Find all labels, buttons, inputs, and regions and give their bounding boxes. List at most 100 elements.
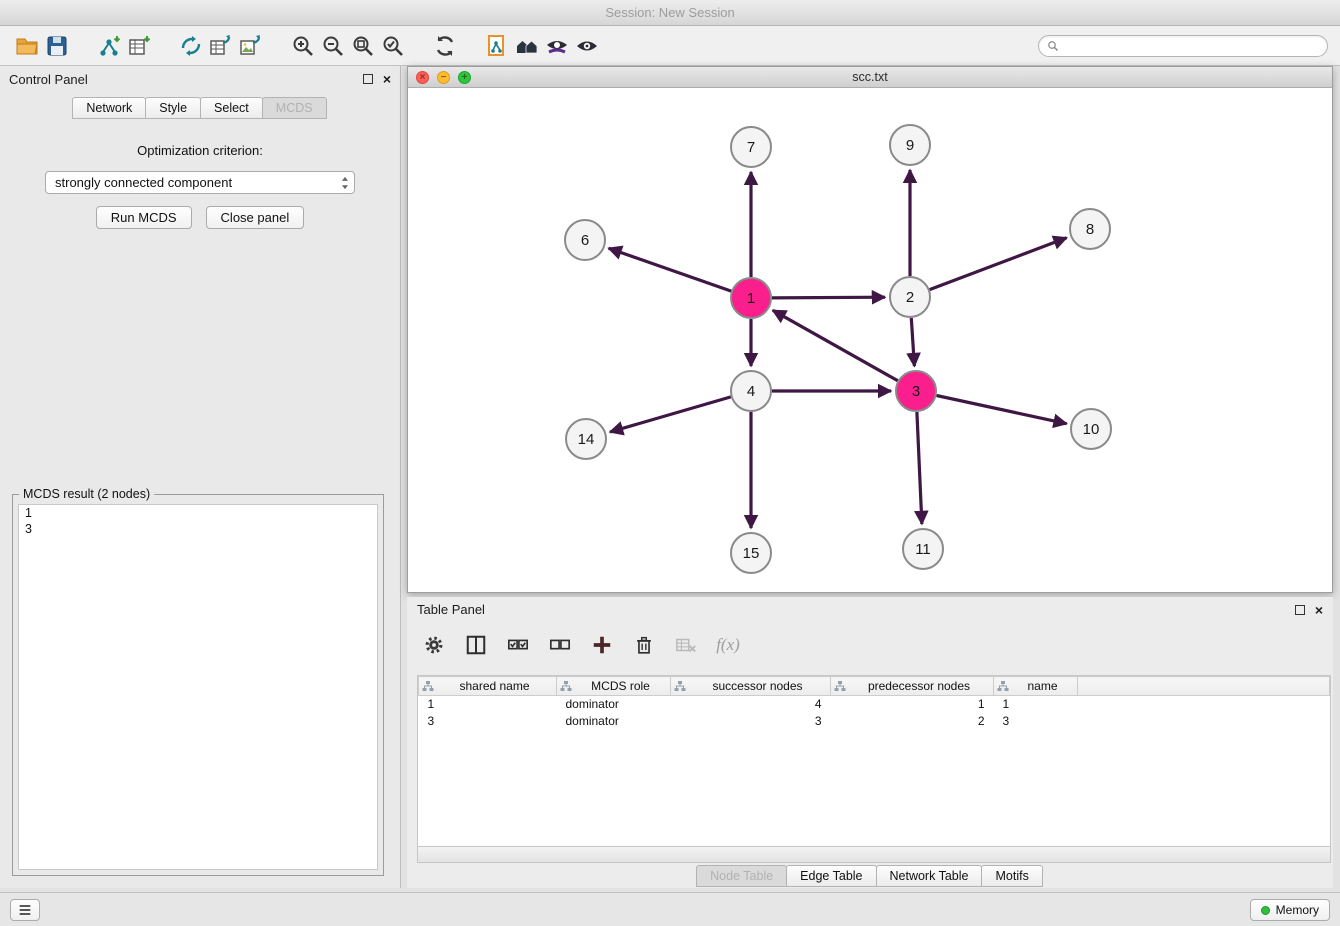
- table-cell[interactable]: dominator: [557, 713, 671, 730]
- save-icon: [45, 34, 69, 58]
- edge-2-8[interactable]: [930, 238, 1067, 290]
- home-button[interactable]: [512, 31, 542, 61]
- column-header-name[interactable]: name: [994, 677, 1078, 696]
- criterion-select[interactable]: strongly connected component: [45, 171, 355, 194]
- table-row[interactable]: 3dominator323: [419, 713, 1330, 730]
- table-cell[interactable]: 3: [671, 713, 831, 730]
- node-15[interactable]: 15: [731, 533, 771, 573]
- select-all-button[interactable]: [505, 632, 531, 658]
- search-input[interactable]: [1064, 39, 1319, 53]
- zoom-in-button[interactable]: [288, 31, 318, 61]
- table-settings-button[interactable]: [421, 632, 447, 658]
- edge-1-6[interactable]: [609, 248, 732, 291]
- node-2[interactable]: 2: [890, 277, 930, 317]
- result-item[interactable]: 3: [19, 521, 377, 537]
- tab-network[interactable]: Network: [72, 97, 146, 119]
- tab-network-table[interactable]: Network Table: [876, 865, 983, 887]
- node-label: 9: [906, 137, 914, 154]
- apply-layout-button[interactable]: [430, 31, 460, 61]
- search-box[interactable]: [1038, 35, 1328, 57]
- minimize-window-icon[interactable]: −: [437, 71, 450, 84]
- node-1[interactable]: 1: [731, 278, 771, 318]
- edge-3-11[interactable]: [917, 412, 922, 524]
- save-session-button[interactable]: [42, 31, 72, 61]
- table-cell-filler: [1078, 696, 1330, 713]
- show-hide-button[interactable]: [572, 31, 602, 61]
- edge-4-14[interactable]: [610, 397, 731, 432]
- node-table[interactable]: shared nameMCDS rolesuccessor nodes prede…: [417, 675, 1331, 847]
- tab-edge-table[interactable]: Edge Table: [786, 865, 876, 887]
- table-cell[interactable]: 4: [671, 696, 831, 713]
- export-network-button[interactable]: [482, 31, 512, 61]
- run-mcds-button[interactable]: Run MCDS: [96, 206, 192, 229]
- table-hscrollbar[interactable]: [417, 847, 1331, 863]
- column-tree-icon: [560, 680, 572, 692]
- table-toolbar: f(x): [407, 623, 1333, 667]
- delete-table-button[interactable]: [673, 632, 699, 658]
- zoom-window-icon[interactable]: +: [458, 71, 471, 84]
- select-stepper-icon: [340, 176, 350, 190]
- export-image-button[interactable]: [236, 31, 266, 61]
- network-window-titlebar[interactable]: × − + scc.txt: [408, 67, 1332, 88]
- tab-node-table[interactable]: Node Table: [696, 865, 787, 887]
- delete-button[interactable]: [631, 632, 657, 658]
- node-6[interactable]: 6: [565, 220, 605, 260]
- table-cell[interactable]: 2: [831, 713, 994, 730]
- close-panel-button[interactable]: Close panel: [206, 206, 305, 229]
- table-cell[interactable]: dominator: [557, 696, 671, 713]
- style-preview-button[interactable]: [542, 31, 572, 61]
- close-window-icon[interactable]: ×: [416, 71, 429, 84]
- network-view-window[interactable]: × − + scc.txt 7 9 6 8 1 2 4 3 14 10 15 11: [407, 66, 1333, 593]
- tab-select[interactable]: Select: [200, 97, 263, 119]
- node-14[interactable]: 14: [566, 419, 606, 459]
- table-row[interactable]: 1dominator411: [419, 696, 1330, 713]
- float-table-panel-icon[interactable]: [1295, 605, 1305, 615]
- node-9[interactable]: 9: [890, 125, 930, 165]
- edge-3-1[interactable]: [773, 310, 898, 380]
- mcds-result-list[interactable]: 13: [18, 504, 378, 870]
- table-cell[interactable]: 1: [831, 696, 994, 713]
- node-8[interactable]: 8: [1070, 209, 1110, 249]
- edge-1-2[interactable]: [772, 297, 885, 298]
- table-cell[interactable]: 1: [994, 696, 1078, 713]
- network-graph[interactable]: 7 9 6 8 1 2 4 3 14 10 15 11: [408, 88, 1332, 592]
- table-cell[interactable]: 1: [419, 696, 557, 713]
- zoom-out-button[interactable]: [318, 31, 348, 61]
- result-item[interactable]: 1: [19, 505, 377, 521]
- tab-style[interactable]: Style: [145, 97, 201, 119]
- close-panel-icon[interactable]: ×: [383, 72, 391, 86]
- column-header-successor-nodes[interactable]: successor nodes: [671, 677, 831, 696]
- function-builder-button[interactable]: f(x): [715, 632, 741, 658]
- float-panel-icon[interactable]: [363, 74, 373, 84]
- node-10[interactable]: 10: [1071, 409, 1111, 449]
- network-from-table-button[interactable]: [206, 31, 236, 61]
- task-history-button[interactable]: [10, 899, 40, 921]
- open-session-button[interactable]: [12, 31, 42, 61]
- window-titlebar[interactable]: Session: New Session: [0, 0, 1340, 26]
- add-column-button[interactable]: [589, 632, 615, 658]
- import-table-button[interactable]: [124, 31, 154, 61]
- node-label: 10: [1083, 421, 1100, 438]
- node-4[interactable]: 4: [731, 371, 771, 411]
- edge-3-10[interactable]: [937, 396, 1067, 424]
- column-header-predecessor-nodes[interactable]: predecessor nodes: [831, 677, 994, 696]
- table-cell[interactable]: 3: [994, 713, 1078, 730]
- zoom-selected-button[interactable]: [378, 31, 408, 61]
- node-11[interactable]: 11: [903, 529, 943, 569]
- import-network-button[interactable]: [94, 31, 124, 61]
- zoom-fit-button[interactable]: [348, 31, 378, 61]
- deselect-all-button[interactable]: [547, 632, 573, 658]
- column-layout-button[interactable]: [463, 632, 489, 658]
- column-header-MCDS-role[interactable]: MCDS role: [557, 677, 671, 696]
- table-cell[interactable]: 3: [419, 713, 557, 730]
- clone-network-button[interactable]: [176, 31, 206, 61]
- tab-mcds[interactable]: MCDS: [262, 97, 327, 119]
- tab-motifs[interactable]: Motifs: [981, 865, 1042, 887]
- column-header-shared-name[interactable]: shared name: [419, 677, 557, 696]
- node-3[interactable]: 3: [896, 371, 936, 411]
- column-label: predecessor nodes: [868, 679, 970, 693]
- edge-2-3[interactable]: [911, 318, 914, 366]
- close-table-panel-icon[interactable]: ×: [1315, 603, 1323, 617]
- node-7[interactable]: 7: [731, 127, 771, 167]
- memory-button[interactable]: Memory: [1250, 899, 1330, 921]
